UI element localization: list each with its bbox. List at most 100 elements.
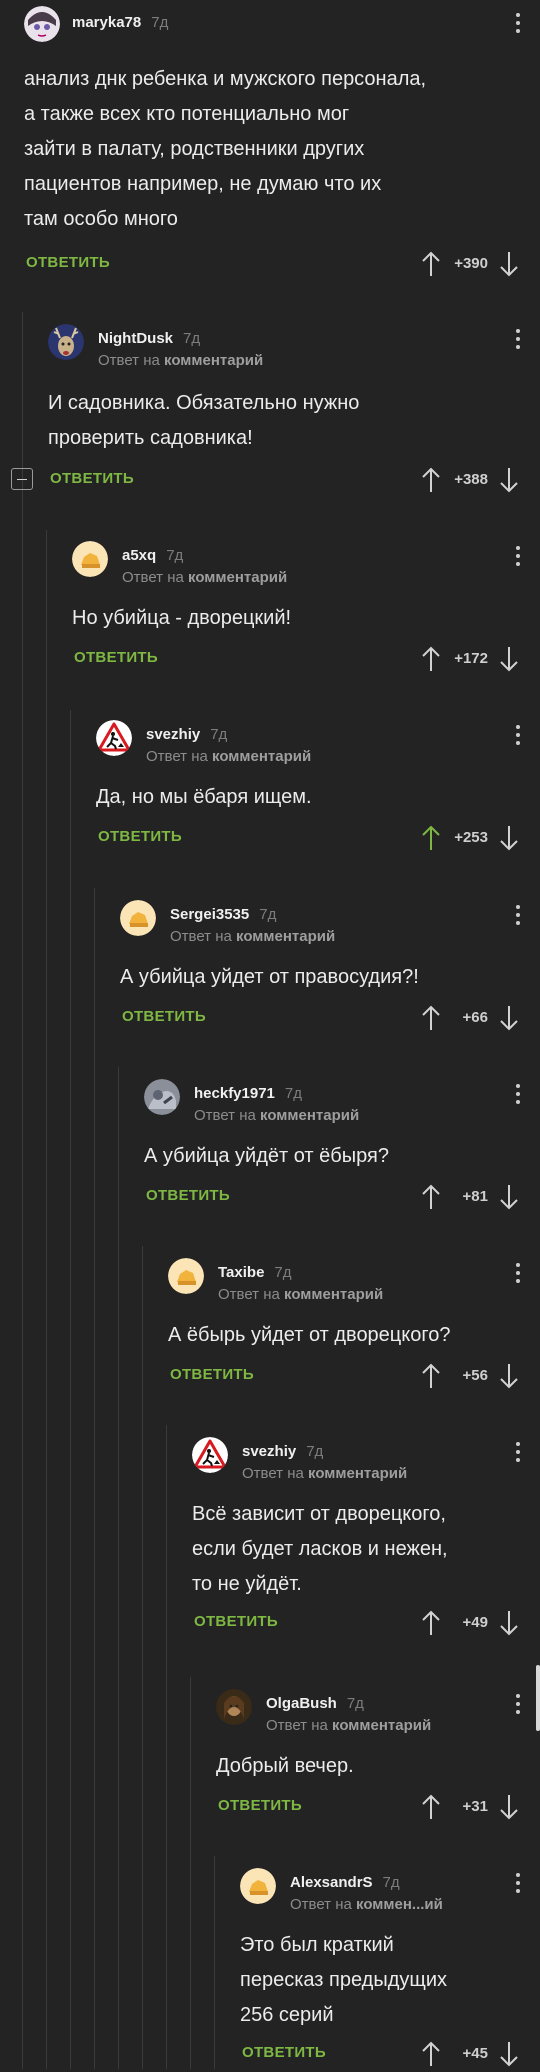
upvote-icon[interactable] [420,1183,442,1211]
reply-button[interactable]: ОТВЕТИТЬ [194,1613,278,1630]
reply-button[interactable]: ОТВЕТИТЬ [50,470,134,487]
rating: +45 [462,2045,488,2062]
reply-to: Ответ на коммен...ий [290,1896,443,1913]
reply-to: Ответ на комментарий [122,569,288,586]
comment-text: Да, но мы ёбаря ищем. [96,786,312,808]
username[interactable]: svezhiy 7д [242,1443,323,1460]
upvote-icon[interactable] [420,645,442,673]
reply-to: Ответ на комментарий [98,352,264,369]
comment-text: Всё зависит от дворецкого, если будет лас… [192,1503,448,1595]
rating: +56 [462,1367,488,1384]
timestamp: 7д [151,14,169,31]
downvote-icon[interactable] [498,1183,520,1211]
scrollbar[interactable] [536,1665,540,1731]
comment-text: А убийца уйдет от правосудия?! [120,966,419,988]
username[interactable]: heckfy1971 7д [194,1085,302,1102]
upvote-icon[interactable] [420,824,442,852]
thread-line[interactable] [166,1425,167,2069]
avatar[interactable] [72,541,108,577]
reply-button[interactable]: ОТВЕТИТЬ [242,2044,326,2061]
comment-header: svezhiy 7д Ответ на комментарий [0,1433,540,1483]
more-options-icon[interactable] [510,1691,526,1719]
downvote-icon[interactable] [498,466,520,494]
comment-text: Но убийца - дворецкий! [72,607,292,629]
reply-to: Ответ на комментарий [170,928,336,945]
comment-actions: ОТВЕТИТЬ +66 [0,1000,540,1036]
comment-text: анализ днк ребенка и мужского персонала,… [24,68,427,230]
username[interactable]: NightDusk 7д [98,330,200,347]
avatar[interactable] [216,1689,252,1725]
timestamp: 7д [210,726,228,743]
avatar[interactable] [168,1258,204,1294]
reply-button[interactable]: ОТВЕТИТЬ [98,828,182,845]
timestamp: 7д [306,1443,324,1460]
timestamp: 7д [183,330,201,347]
rating: +66 [462,1009,488,1026]
reply-button[interactable]: ОТВЕТИТЬ [146,1187,230,1204]
more-options-icon[interactable] [510,1439,526,1467]
comment-actions: ОТВЕТИТЬ +172 [0,641,540,677]
comment-header: maryka78 7д [0,0,540,50]
reply-to: Ответ на комментарий [146,748,312,765]
comment-header: OlgaBush 7д Ответ на комментарий [0,1685,540,1735]
comment-text: Добрый вечер. [216,1755,354,1777]
collapse-thread-button[interactable] [11,468,33,490]
more-options-icon[interactable] [510,902,526,930]
more-options-icon[interactable] [510,1870,526,1898]
downvote-icon[interactable] [498,2040,520,2068]
reply-button[interactable]: ОТВЕТИТЬ [170,1366,254,1383]
username[interactable]: Sergei3535 7д [170,906,276,923]
downvote-icon[interactable] [498,1004,520,1032]
avatar[interactable] [120,900,156,936]
comment-header: AlexsandrS 7д Ответ на коммен...ий [0,1864,540,1914]
avatar[interactable] [240,1868,276,1904]
timestamp: 7д [346,1695,364,1712]
upvote-icon[interactable] [420,1793,442,1821]
rating: +388 [454,471,488,488]
rating: +172 [454,650,488,667]
reply-to: Ответ на комментарий [194,1107,360,1124]
downvote-icon[interactable] [498,1609,520,1637]
reply-button[interactable]: ОТВЕТИТЬ [26,254,110,271]
avatar[interactable] [48,324,84,360]
more-options-icon[interactable] [510,1081,526,1109]
upvote-icon[interactable] [420,250,442,278]
downvote-icon[interactable] [498,250,520,278]
more-options-icon[interactable] [510,1260,526,1288]
downvote-icon[interactable] [498,824,520,852]
downvote-icon[interactable] [498,1793,520,1821]
timestamp: 7д [166,547,184,564]
avatar[interactable] [24,6,60,42]
username[interactable]: a5xq 7д [122,547,183,564]
downvote-icon[interactable] [498,1362,520,1390]
comment-text: Это был краткий пересказ предыдущих 256 се… [240,1934,447,2026]
upvote-icon[interactable] [420,1362,442,1390]
downvote-icon[interactable] [498,645,520,673]
more-options-icon[interactable] [510,326,526,354]
username[interactable]: AlexsandrS 7д [290,1874,400,1891]
reply-button[interactable]: ОТВЕТИТЬ [122,1008,206,1025]
upvote-icon[interactable] [420,466,442,494]
comment-header: Sergei3535 7д Ответ на комментарий [0,896,540,946]
username[interactable]: Taxibe 7д [218,1264,292,1281]
upvote-icon[interactable] [420,1004,442,1032]
comment-actions: ОТВЕТИТЬ +81 [0,1179,540,1215]
more-options-icon[interactable] [510,722,526,750]
comment-header: NightDusk 7д Ответ на комментарий [0,320,540,370]
avatar[interactable] [144,1079,180,1115]
comment-header: Taxibe 7д Ответ на комментарий [0,1254,540,1304]
comment-actions: ОТВЕТИТЬ +253 [0,820,540,856]
avatar[interactable] [192,1437,228,1473]
reply-button[interactable]: ОТВЕТИТЬ [74,649,158,666]
thread-line[interactable] [118,1067,119,2069]
avatar[interactable] [96,720,132,756]
username[interactable]: OlgaBush 7д [266,1695,364,1712]
more-options-icon[interactable] [510,10,526,38]
username[interactable]: svezhiy 7д [146,726,227,743]
username[interactable]: maryka78 7д [72,14,168,31]
upvote-icon[interactable] [420,1609,442,1637]
upvote-icon[interactable] [420,2040,442,2068]
more-options-icon[interactable] [510,543,526,571]
reply-button[interactable]: ОТВЕТИТЬ [218,1797,302,1814]
comment-header: a5xq 7д Ответ на комментарий [0,537,540,587]
